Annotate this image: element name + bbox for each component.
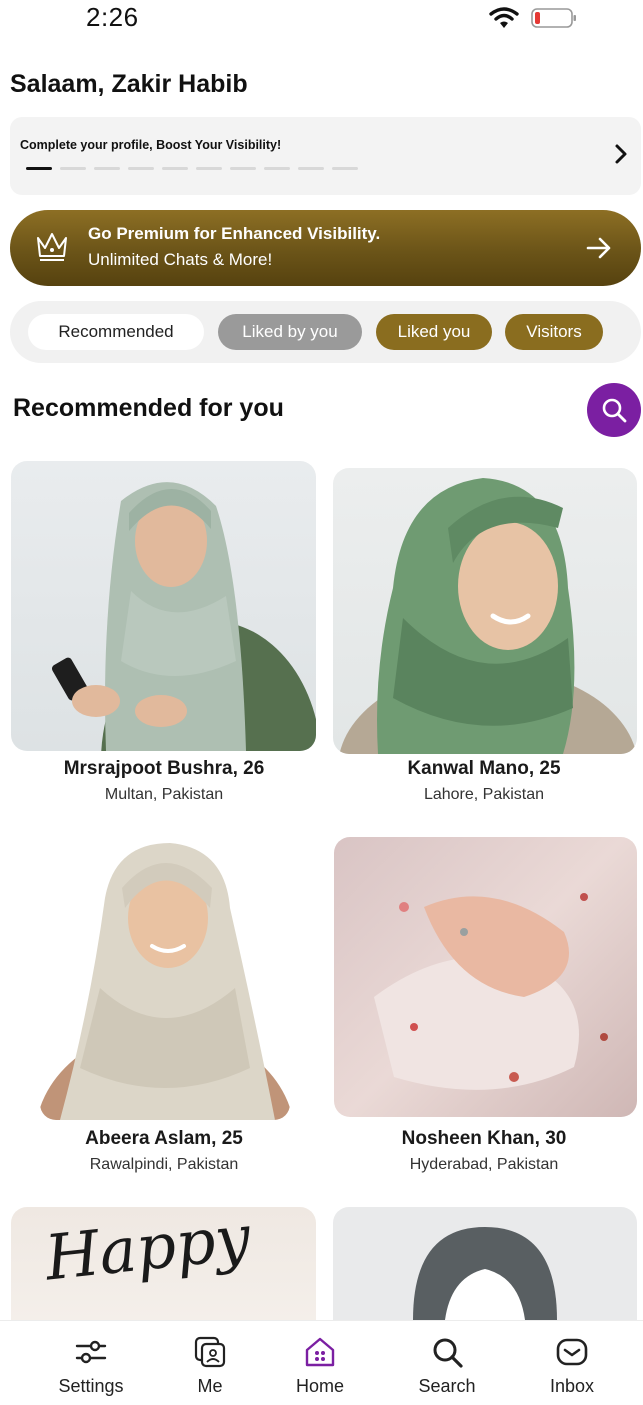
nav-search[interactable]: Search — [397, 1321, 497, 1405]
profile-photo — [40, 838, 290, 1120]
tab-liked-you[interactable]: Liked you — [376, 314, 492, 350]
wifi-icon — [489, 7, 519, 28]
progress-step — [298, 167, 324, 170]
premium-headline: Go Premium for Enhanced Visibility. — [88, 224, 381, 243]
nav-label: Home — [295, 1376, 344, 1396]
progress-step — [196, 167, 222, 170]
profile-location: Hyderabad, Pakistan — [409, 1156, 559, 1173]
complete-profile-card[interactable]: Complete your profile, Boost Your Visibi… — [10, 117, 641, 195]
profile-location: Rawalpindi, Pakistan — [89, 1156, 239, 1173]
profile-location: Lahore, Pakistan — [423, 786, 545, 803]
progress-step — [94, 167, 120, 170]
status-bar: 2:26 — [0, 0, 643, 44]
profile-photo: Happy — [11, 1207, 316, 1320]
tab-visitors[interactable]: Visitors — [505, 314, 603, 350]
nav-label: Settings — [58, 1376, 124, 1396]
tab-recommended[interactable]: Recommended — [28, 314, 204, 350]
section-title: Recommended for you — [13, 394, 284, 422]
battery-icon — [531, 8, 576, 28]
search-button[interactable] — [587, 383, 641, 437]
inbox-icon — [556, 1338, 588, 1366]
tab-liked-by-you[interactable]: Liked by you — [218, 314, 362, 350]
profile-name: Nosheen Khan, 30 — [401, 1128, 567, 1149]
progress-step — [60, 167, 86, 170]
crown-icon — [37, 233, 67, 261]
nav-settings[interactable]: Settings — [41, 1321, 141, 1405]
greeting-title: Salaam, Zakir Habib — [10, 70, 248, 98]
profile-photo — [11, 461, 316, 751]
filter-tabs: Recommended Liked by you Liked you Visit… — [10, 301, 641, 363]
profile-progress-steps — [26, 167, 358, 170]
profile-photo — [333, 468, 637, 754]
chevron-right-icon — [615, 144, 627, 164]
progress-step — [332, 167, 358, 170]
arrow-right-icon — [586, 237, 611, 259]
card-handwriting-text: Happy — [41, 1207, 254, 1295]
sliders-icon — [75, 1340, 107, 1364]
profile-name: Mrsrajpoot Bushra, 26 — [63, 758, 265, 779]
profile-photo — [334, 837, 637, 1117]
nav-me[interactable]: Me — [160, 1321, 260, 1405]
bottom-navigation: Settings Me Home Search Inbox — [0, 1320, 643, 1405]
search-icon — [433, 1338, 463, 1368]
nav-home[interactable]: Home — [270, 1321, 370, 1405]
premium-subline: Unlimited Chats & More! — [88, 250, 273, 269]
profile-name: Kanwal Mano, 25 — [407, 758, 561, 779]
home-icon — [305, 1337, 335, 1367]
profile-photo — [333, 1207, 637, 1320]
nav-label: Inbox — [549, 1376, 595, 1396]
progress-step — [128, 167, 154, 170]
progress-step — [264, 167, 290, 170]
profile-name: Abeera Aslam, 25 — [85, 1128, 243, 1149]
search-icon — [602, 398, 627, 423]
complete-profile-text: Complete your profile, Boost Your Visibi… — [20, 138, 282, 152]
progress-step — [162, 167, 188, 170]
nav-label: Me — [197, 1376, 223, 1396]
progress-step — [26, 167, 52, 170]
nav-label: Search — [418, 1376, 476, 1396]
progress-step — [230, 167, 256, 170]
nav-inbox[interactable]: Inbox — [522, 1321, 622, 1405]
profile-location: Multan, Pakistan — [104, 786, 224, 803]
profile-card-icon — [194, 1336, 226, 1368]
status-time: 2:26 — [86, 2, 139, 32]
go-premium-banner[interactable]: Go Premium for Enhanced Visibility. Unli… — [10, 210, 641, 286]
